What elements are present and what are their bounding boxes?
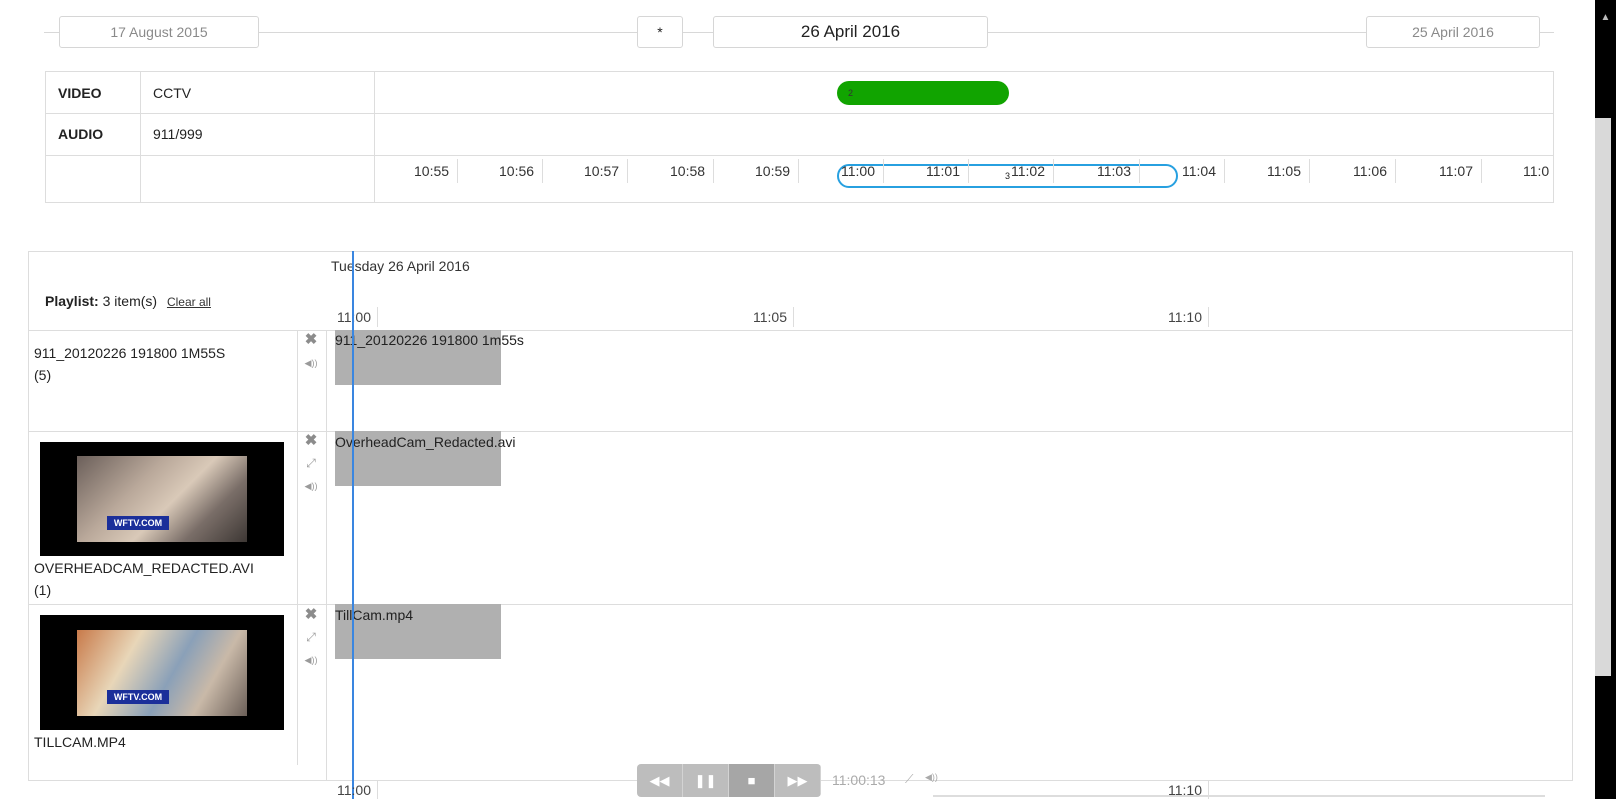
scroll-up-icon[interactable]: ▲ xyxy=(1595,12,1616,28)
timeline-row-video: VIDEO CCTV 2 xyxy=(46,72,1553,114)
close-icon[interactable]: ✖ xyxy=(303,332,319,347)
rewind-icon[interactable]: ◀◀ xyxy=(637,764,683,797)
current-date-button[interactable]: 26 April 2016 xyxy=(713,16,988,48)
volume-icon[interactable]: ◀)) xyxy=(303,653,319,667)
mute-toggle-icon[interactable]: ⟋ xyxy=(905,772,913,787)
fast-forward-icon[interactable]: ▶▶ xyxy=(775,764,821,797)
track-count: (1) xyxy=(34,582,52,598)
thumbnail-logo: WFTV.COM xyxy=(107,690,169,704)
volume-icon[interactable]: ◀)) xyxy=(303,356,319,370)
thumbnail-frame: WFTV.COM xyxy=(77,456,247,542)
track-title: 911_20120226 191800 1M55S xyxy=(34,345,226,361)
star-button[interactable]: * xyxy=(637,16,683,48)
next-date-button[interactable]: 25 April 2016 xyxy=(1366,16,1540,48)
track-name: OVERHEADCAM_REDACTED.AVI (1) xyxy=(34,557,274,601)
volume-icon[interactable]: ◀)) xyxy=(925,772,938,783)
expand-icon[interactable]: ⤢ xyxy=(303,456,319,470)
video-thumbnail[interactable]: WFTV.COM xyxy=(40,615,284,730)
main-page: 17 August 2015 * 26 April 2016 25 April … xyxy=(0,0,1595,799)
transport-controls: ◀◀ ❚❚ ■ ▶▶ xyxy=(637,764,821,797)
timeline-tick: 11:05 xyxy=(1267,159,1310,183)
row-type-label: AUDIO xyxy=(58,126,104,142)
video-thumbnail[interactable]: WFTV.COM xyxy=(40,442,284,556)
row-source-label: 911/999 xyxy=(153,126,203,142)
prev-date-button[interactable]: 17 August 2015 xyxy=(59,16,259,48)
timeline-tick: 11:01 xyxy=(926,159,969,183)
volume-slider[interactable] xyxy=(933,795,1545,797)
video-clip-bar[interactable]: 2 xyxy=(837,81,1009,105)
timeline-tick: 11:00 xyxy=(841,159,884,183)
clip-label: TillCam.mp4 xyxy=(335,607,414,623)
track-title: TILLCAM.MP4 xyxy=(34,734,126,750)
source-timeline: VIDEO CCTV 2 AUDIO 911/999 3 10:55 10:56… xyxy=(45,71,1554,203)
ruler-tick: 11:00 xyxy=(337,780,378,799)
timeline-tick: 11:02 xyxy=(1011,159,1054,183)
timeline-tick: 10:57 xyxy=(584,159,629,183)
track-title: OVERHEADCAM_REDACTED.AVI xyxy=(34,560,254,576)
playlist-count: 3 xyxy=(102,293,111,309)
timeline-tick: 11:04 xyxy=(1182,159,1225,183)
thumbnail-logo: WFTV.COM xyxy=(107,516,169,530)
playlist-header: Playlist: 3 item(s) Clear all xyxy=(45,293,211,309)
current-time: 11:00:13 xyxy=(832,772,886,788)
timeline-tick: 11:07 xyxy=(1439,159,1482,183)
clip-label: OverheadCam_Redacted.avi xyxy=(335,434,516,450)
close-icon[interactable]: ✖ xyxy=(303,433,319,448)
pause-icon[interactable]: ❚❚ xyxy=(683,764,729,797)
row-type-label: VIDEO xyxy=(58,84,102,101)
ruler-tick: 11:00 xyxy=(337,307,378,327)
playlist-count-suffix: item(s) xyxy=(114,293,158,309)
ruler-tick: 11:10 xyxy=(1168,307,1209,327)
playhead[interactable] xyxy=(352,251,354,799)
track-name: 911_20120226 191800 1M55S (5) xyxy=(34,342,274,386)
timeline-tick: 10:58 xyxy=(670,159,715,183)
track-name: TILLCAM.MP4 xyxy=(34,731,274,753)
timeline-tick: 11:0 xyxy=(1523,163,1550,179)
clip-label: 911_20120226 191800 1m55s xyxy=(335,332,524,348)
timeline-tick: 10:59 xyxy=(755,159,800,183)
timeline-tick: 11:03 xyxy=(1097,159,1140,183)
volume-icon[interactable]: ◀)) xyxy=(303,479,319,493)
timeline-row-audio: AUDIO 911/999 3 xyxy=(46,113,1553,188)
track-count: (5) xyxy=(34,367,52,383)
playlist-label: Playlist: xyxy=(45,293,99,309)
timeline-tick: 10:55 xyxy=(414,159,459,183)
thumbnail-frame: WFTV.COM xyxy=(77,630,247,716)
row-source-label: CCTV xyxy=(153,84,192,101)
expand-icon[interactable]: ⤢ xyxy=(303,630,319,644)
stop-icon[interactable]: ■ xyxy=(729,764,775,797)
timeline-tick: 10:56 xyxy=(499,159,544,183)
ruler-tick: 11:05 xyxy=(753,307,794,327)
close-icon[interactable]: ✖ xyxy=(303,607,319,622)
scrollbar-thumb[interactable] xyxy=(1595,118,1611,676)
timeline-tick: 11:06 xyxy=(1353,159,1396,183)
clear-all-link[interactable]: Clear all xyxy=(167,295,211,309)
